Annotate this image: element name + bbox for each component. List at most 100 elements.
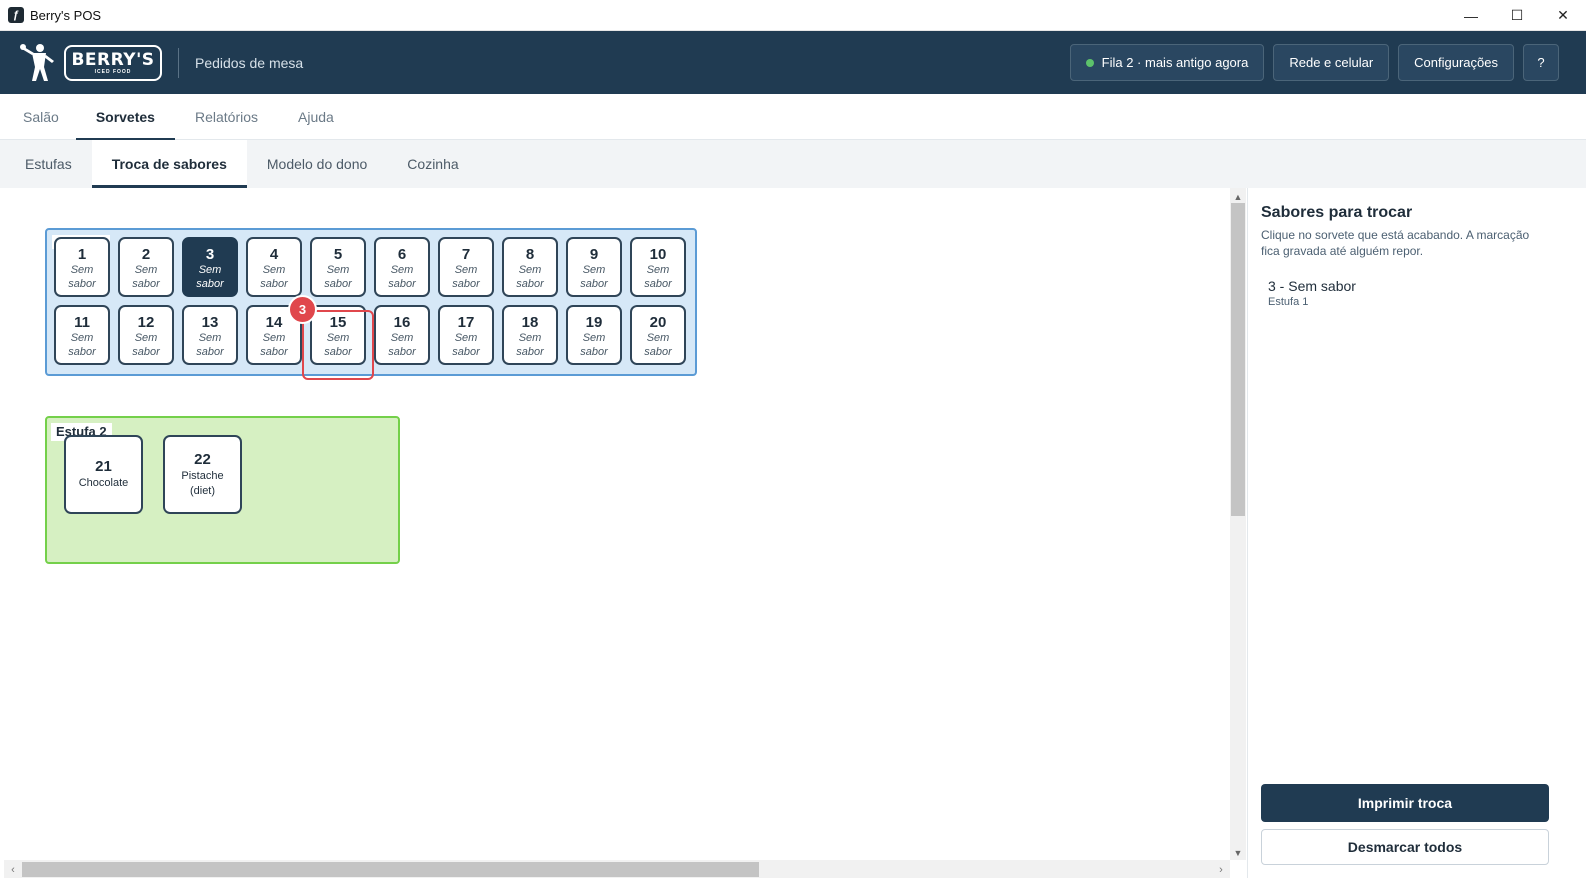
slot-flavor: sabor [516,278,544,290]
slot-flavor: sabor [388,346,416,358]
slot-flavor: Sem [134,332,158,344]
subtab-cozinha[interactable]: Cozinha [387,140,478,188]
slot-number: 1 [77,246,87,263]
brand-logo: BERRY'S ICED FOOD [18,31,162,94]
slot-18[interactable]: 18 Sem sabor [502,305,558,365]
slot-number: 22 [194,450,211,468]
slot-flavor: Sem [134,264,158,276]
tab-relatorios[interactable]: Relatórios [175,94,278,140]
slot-flavor: sabor [260,278,288,290]
subtab-modelo-do-dono[interactable]: Modelo do dono [247,140,387,188]
app-header: BERRY'S ICED FOOD Pedidos de mesa Fila 2… [0,31,1586,94]
minimize-icon[interactable]: — [1448,0,1494,31]
slot-flavor: sabor [644,278,672,290]
slot-number: 6 [397,246,407,263]
slot-number: 20 [649,314,667,331]
panel-title: Sabores para trocar [1261,204,1413,221]
slot-flavor: sabor [68,346,96,358]
slot-number: 11 [74,314,90,331]
tab-ajuda[interactable]: Ajuda [278,94,354,140]
slot-number: 13 [201,314,219,331]
close-icon[interactable]: ✕ [1540,0,1586,31]
slot-flavor: Sem [582,332,606,344]
window-titlebar: ƒ Berry's POS — ☐ ✕ [0,0,1586,31]
slot-9[interactable]: 9 Sem sabor [566,237,622,297]
slot-flavor: sabor [68,278,96,290]
sub-tabs: Estufas Troca de sabores Modelo do dono … [0,140,1586,188]
logo-wordmark: BERRY'S ICED FOOD [64,44,162,81]
slot-flavor: sabor [260,346,288,358]
slot-flavor: Sem [582,264,606,276]
scroll-up-icon[interactable]: ▲ [1231,190,1245,204]
window-edge-bottom [0,878,1586,893]
slot-12[interactable]: 12 Sem sabor [118,305,174,365]
slot-number: 3 [205,246,215,263]
slot-7[interactable]: 7 Sem sabor [438,237,494,297]
slot-flavor: sabor [388,278,416,290]
slot-flavor: Sem [454,264,478,276]
slot-flavor: Sem [70,332,94,344]
slot-1[interactable]: 1 Sem sabor [54,237,110,297]
slot-flavor: Sem [390,332,414,344]
slot-flavor: Sem [326,264,350,276]
count-badge: 3 [288,295,317,324]
slot-20[interactable]: 20 Sem sabor [630,305,686,365]
slot-flavor: sabor [324,278,352,290]
swap-item-title[interactable]: 3 - Sem sabor [1268,278,1356,294]
tab-sorvetes[interactable]: Sorvetes [75,94,176,141]
slot-number: 12 [137,314,155,331]
slot-13[interactable]: 13 Sem sabor [182,305,238,365]
slot-11[interactable]: 11 Sem sabor [54,305,110,365]
slot-8[interactable]: 8 Sem sabor [502,237,558,297]
help-button[interactable]: ? [1523,44,1559,81]
scroll-right-icon[interactable]: › [1214,862,1228,877]
slot-flavor: sabor [580,278,608,290]
slot-flavor: Pistache [181,469,224,482]
tab-salao[interactable]: Salão [0,94,76,140]
clear-all-button[interactable]: Desmarcar todos [1261,829,1549,865]
header-divider [178,47,179,78]
queue-status-button[interactable]: Fila 2 · mais antigo agora [1069,44,1265,81]
network-button[interactable]: Rede e celular [1273,44,1390,81]
subtab-estufas[interactable]: Estufas [0,140,92,188]
slot-flavor: sabor [196,346,224,358]
slot-flavor: Sem [646,332,670,344]
slot-flavor: sabor [452,278,480,290]
slot-21[interactable]: 21 Chocolate [64,435,143,514]
mascot-icon [20,43,54,81]
slot-number: 14 [265,314,283,331]
scroll-left-icon[interactable]: ‹ [6,862,20,877]
slot-16[interactable]: 16 Sem sabor [374,305,430,365]
slot-flavor: Sem [390,264,414,276]
slot-3[interactable]: 3 Sem sabor [182,237,238,297]
slot-flavor: sabor [516,346,544,358]
slot-number: 5 [333,246,343,263]
horizontal-scroll-thumb[interactable] [22,862,759,877]
slot-number: 19 [585,314,603,331]
window-title: Berry's POS [30,7,102,23]
slot-4[interactable]: 4 Sem sabor [246,237,302,297]
slot-number: 16 [393,314,411,331]
scroll-down-icon[interactable]: ▼ [1231,846,1245,860]
slot-10[interactable]: 10 Sem sabor [630,237,686,297]
slot-2[interactable]: 2 Sem sabor [118,237,174,297]
slot-number: 10 [649,246,667,263]
slot-flavor: Sem [198,332,222,344]
slot-5[interactable]: 5 Sem sabor [310,237,366,297]
maximize-icon[interactable]: ☐ [1494,0,1540,31]
swap-item-subtitle: Estufa 1 [1268,296,1309,308]
slot-number: 17 [457,314,475,331]
slot-19[interactable]: 19 Sem sabor [566,305,622,365]
settings-button[interactable]: Configurações [1398,44,1514,81]
slot-22[interactable]: 22 Pistache (diet) [163,435,242,514]
header-actions: Fila 2 · mais antigo agora Rede e celula… [1061,44,1586,81]
slot-number: 18 [521,314,539,331]
vertical-scroll-thumb[interactable] [1231,203,1245,516]
slot-6[interactable]: 6 Sem sabor [374,237,430,297]
slot-17[interactable]: 17 Sem sabor [438,305,494,365]
slot-number: 9 [589,246,599,263]
print-swap-button[interactable]: Imprimir troca [1261,784,1549,822]
slot-flavor: sabor [132,278,160,290]
slot-number: 7 [461,246,471,263]
subtab-troca-de-sabores[interactable]: Troca de sabores [91,140,248,188]
